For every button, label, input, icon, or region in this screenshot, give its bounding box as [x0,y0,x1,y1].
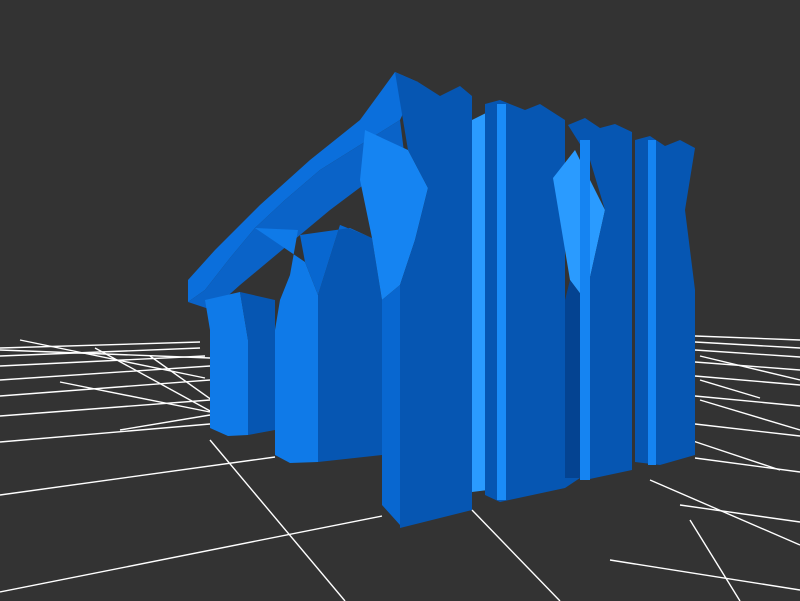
pillar-3-front [382,285,400,525]
pillar-6-main [635,136,695,465]
pillar-4-highlight [497,104,506,500]
pillar-5-highlight [580,140,590,480]
pillar-3-main [395,72,472,528]
pillar-1-front [205,292,248,436]
3d-viewport[interactable] [0,0,800,601]
viewport-canvas[interactable] [0,0,800,601]
blue-3d-model[interactable] [188,72,695,528]
pillar-6-highlight [648,140,656,465]
